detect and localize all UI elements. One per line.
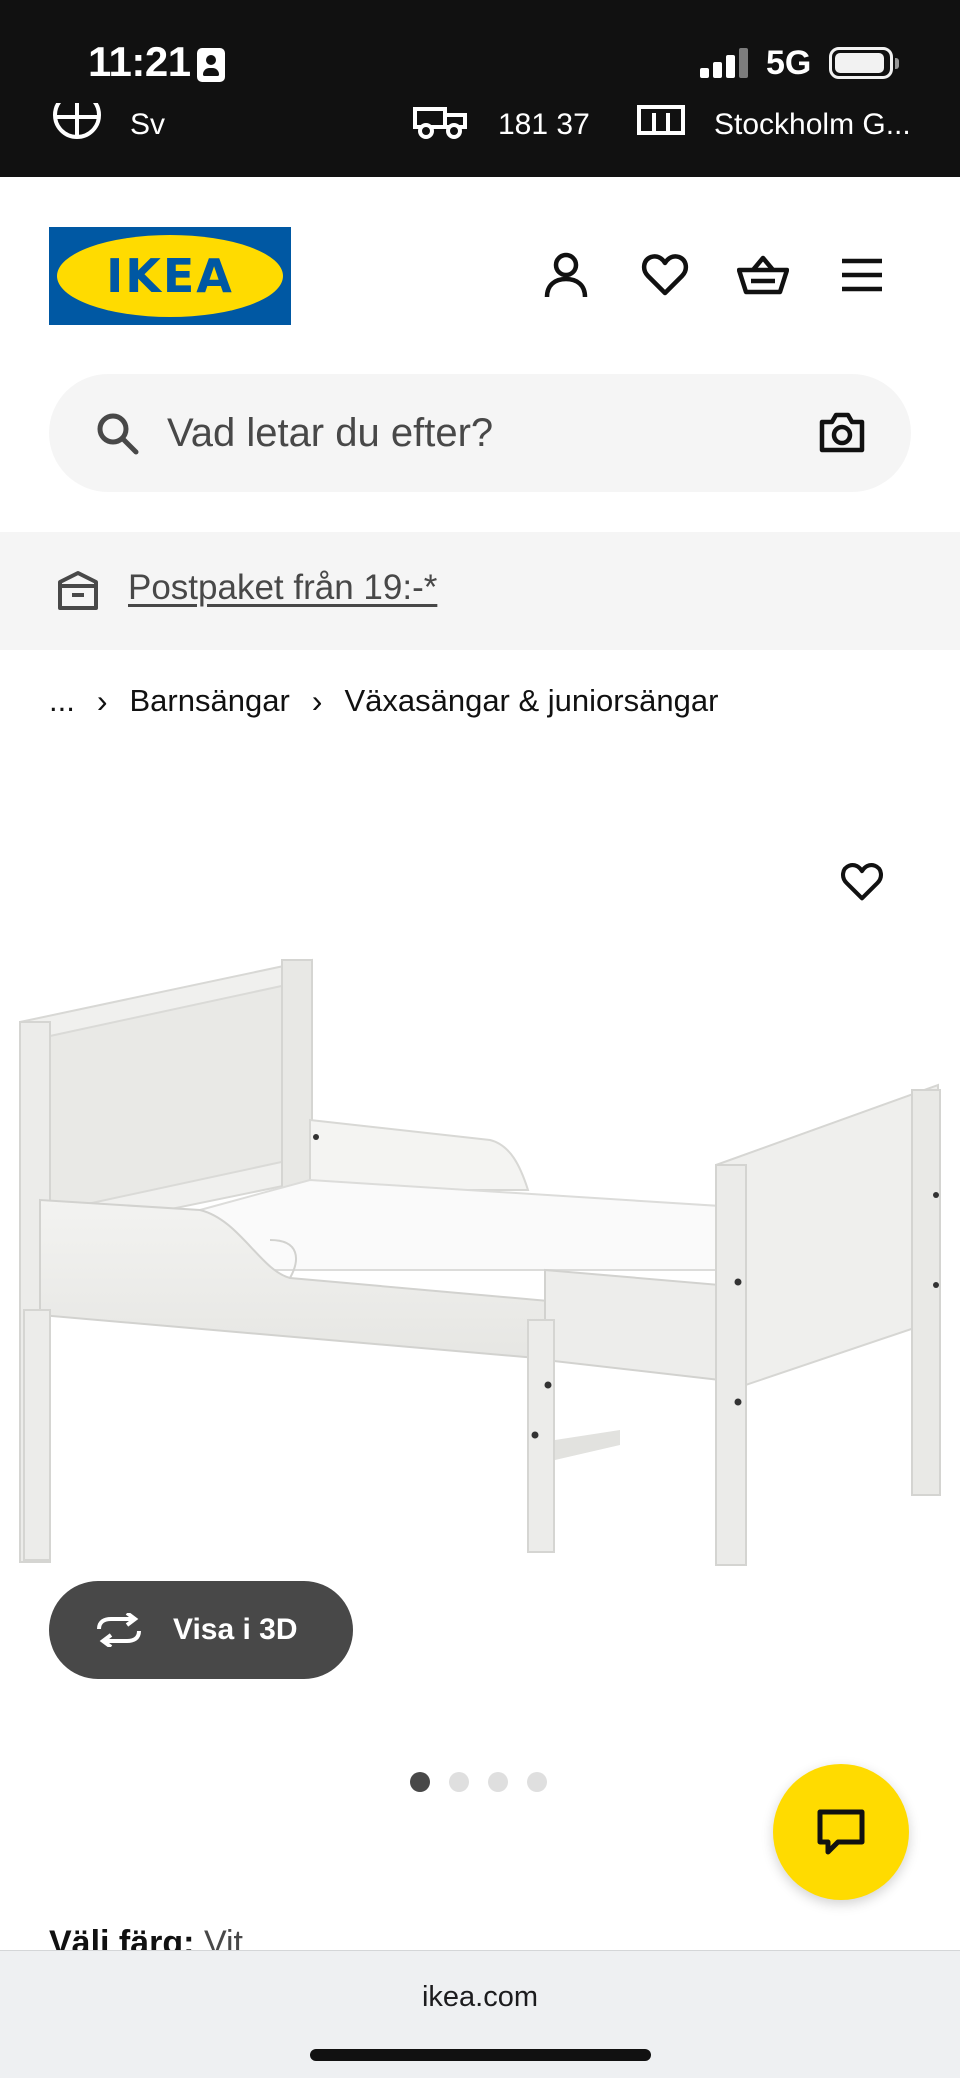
- carousel-dot[interactable]: [449, 1772, 469, 1792]
- basket-button[interactable]: [734, 246, 792, 304]
- rotate-3d-icon: [97, 1613, 141, 1647]
- chat-bubble-icon: [817, 1809, 865, 1855]
- delivery-truck-icon: [413, 107, 467, 139]
- view-in-3d-button[interactable]: Visa i 3D: [49, 1581, 353, 1679]
- parcel-icon: [58, 571, 98, 610]
- status-bar: 11:21 5G Sv 181 37 Stockholm G...: [0, 0, 960, 177]
- language-label: Sv: [130, 108, 166, 141]
- add-to-favourites-button[interactable]: [836, 856, 888, 908]
- camera-icon[interactable]: [819, 410, 865, 454]
- breadcrumb: ... › Barnsängar › Växasängar & juniorsä…: [49, 678, 718, 724]
- signal-icon: [700, 48, 750, 78]
- network-label: 5G: [766, 44, 812, 82]
- breadcrumb-ellipsis[interactable]: ...: [49, 683, 75, 719]
- status-time: 11:21: [88, 38, 191, 85]
- heart-icon: [841, 863, 883, 901]
- breadcrumb-item-vaxasangar[interactable]: Växasängar & juniorsängar: [344, 683, 718, 719]
- globe-icon: [53, 103, 101, 139]
- ikea-logo[interactable]: IKEA: [49, 227, 291, 325]
- logo-text: IKEA: [106, 249, 234, 303]
- profile-button[interactable]: [537, 246, 595, 304]
- view-in-3d-label: Visa i 3D: [173, 1613, 298, 1646]
- utility-bar: Sv 181 37 Stockholm G...: [0, 100, 960, 150]
- promo-link[interactable]: Postpaket från 19:-*: [128, 568, 437, 608]
- carousel-dot[interactable]: [527, 1772, 547, 1792]
- basket-icon: [737, 255, 789, 295]
- home-indicator[interactable]: [310, 2049, 651, 2061]
- carousel-dot[interactable]: [410, 1772, 430, 1792]
- postcode-label: 181 37: [498, 108, 590, 141]
- chevron-right-icon: ›: [311, 682, 323, 719]
- menu-icon: [842, 258, 882, 292]
- browser-url[interactable]: ikea.com: [0, 1981, 960, 2014]
- battery-icon: [829, 47, 899, 79]
- logo-oval: IKEA: [57, 235, 283, 317]
- browser-address-bar[interactable]: ikea.com: [0, 1950, 960, 2078]
- promo-banner: Postpaket från 19:-*: [0, 532, 960, 650]
- search-input[interactable]: [167, 374, 767, 492]
- favourites-button[interactable]: [636, 246, 694, 304]
- contact-card-icon: [197, 48, 225, 82]
- heart-icon: [641, 254, 689, 296]
- search-bar: [49, 374, 911, 492]
- carousel-indicator: [410, 1772, 547, 1792]
- menu-button[interactable]: [833, 246, 891, 304]
- chevron-right-icon: ›: [96, 682, 108, 719]
- store-label: Stockholm G...: [714, 108, 911, 141]
- profile-icon: [544, 252, 588, 298]
- search-icon: [97, 413, 139, 455]
- product-image[interactable]: [0, 940, 960, 1580]
- store-icon: [637, 105, 685, 135]
- postcode-selector[interactable]: 181 37: [412, 100, 590, 150]
- store-selector[interactable]: Stockholm G...: [636, 100, 911, 150]
- carousel-dot[interactable]: [488, 1772, 508, 1792]
- chat-button[interactable]: [773, 1764, 909, 1900]
- breadcrumb-item-barnsangar[interactable]: Barnsängar: [130, 683, 290, 719]
- language-selector[interactable]: Sv: [52, 100, 165, 150]
